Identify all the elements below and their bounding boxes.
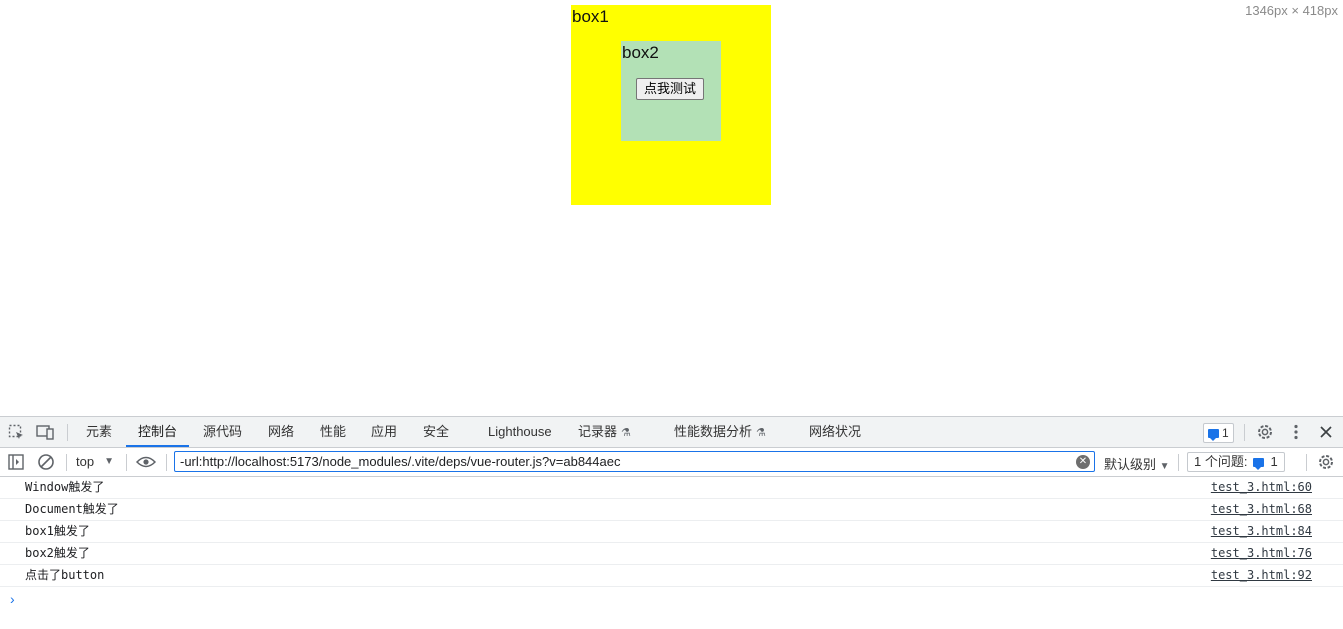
log-levels-dropdown[interactable]: 默认级别 ▼: [1104, 454, 1170, 473]
console-message-text: 点击了button: [25, 568, 105, 582]
flask-icon: ⚗: [621, 427, 631, 439]
log-levels-label: 默认级别: [1104, 457, 1157, 472]
tab-recorder-label: 记录器: [578, 424, 618, 439]
console-source-link[interactable]: test_3.html:68: [1211, 499, 1312, 520]
console-settings-gear-icon[interactable]: [1316, 452, 1336, 472]
box2-label: box2: [622, 43, 659, 62]
issue-message-icon: [1253, 457, 1265, 470]
tab-recorder[interactable]: 记录器 ⚗: [578, 417, 631, 447]
context-selector[interactable]: top ▼: [76, 454, 114, 469]
more-options-icon[interactable]: [1286, 422, 1306, 442]
console-toolbar: top ▼ ✕ 默认级别 ▼ 1 个问题: 1: [0, 448, 1343, 477]
console-message-row: 点击了button test_3.html:92: [0, 565, 1343, 587]
toolbar-divider: [1178, 454, 1179, 471]
dropdown-arrow-icon: ▼: [104, 456, 114, 467]
tab-network[interactable]: 网络: [268, 417, 294, 447]
console-message-text: Document触发了: [25, 502, 119, 516]
box1-label: box1: [572, 7, 609, 26]
console-messages: Window触发了 test_3.html:60 Document触发了 tes…: [0, 477, 1343, 587]
console-message-row: Document触发了 test_3.html:68: [0, 499, 1343, 521]
test-button[interactable]: 点我测试: [636, 78, 705, 100]
live-expression-eye-icon[interactable]: [136, 452, 156, 472]
console-filter-input[interactable]: [174, 451, 1095, 472]
tab-performance-insights[interactable]: 性能数据分析 ⚗: [674, 417, 766, 447]
console-message-text: box2触发了: [25, 546, 90, 560]
toolbar-divider: [66, 454, 67, 471]
sidebar-toggle-icon[interactable]: [6, 452, 26, 472]
close-devtools-icon[interactable]: [1316, 422, 1336, 442]
issues-badge[interactable]: 1: [1203, 423, 1234, 443]
settings-gear-icon[interactable]: [1255, 422, 1275, 442]
box2[interactable]: box2 点我测试: [621, 41, 721, 141]
tab-performance[interactable]: 性能: [320, 417, 346, 447]
console-message-row: Window触发了 test_3.html:60: [0, 477, 1343, 499]
toolbar-divider: [1306, 454, 1307, 471]
console-source-link[interactable]: test_3.html:76: [1211, 543, 1312, 564]
viewport-dimensions-label: 1346px × 418px: [1245, 3, 1338, 18]
page-viewport: 1346px × 418px box1 box2 点我测试: [0, 0, 1343, 416]
tab-performance-insights-label: 性能数据分析: [674, 424, 753, 439]
toolbar-divider: [67, 424, 68, 441]
tab-console[interactable]: 控制台: [125, 417, 190, 447]
issue-message-icon: [1208, 428, 1219, 441]
issues-counter-label: 1 个问题:: [1194, 454, 1248, 469]
console-source-link[interactable]: test_3.html:92: [1211, 565, 1312, 586]
console-source-link[interactable]: test_3.html:84: [1211, 521, 1312, 542]
flask-icon: ⚗: [756, 427, 766, 439]
console-message-row: box1触发了 test_3.html:84: [0, 521, 1343, 543]
dropdown-arrow-icon: ▼: [1159, 461, 1170, 472]
issues-counter-count: 1: [1270, 454, 1278, 469]
device-toolbar-icon[interactable]: [35, 422, 55, 442]
context-selector-value: top: [76, 454, 95, 469]
box1[interactable]: box1 box2 点我测试: [571, 5, 771, 205]
console-prompt-chevron-icon[interactable]: ›: [10, 591, 15, 607]
toolbar-divider: [1244, 424, 1245, 441]
tab-sources[interactable]: 源代码: [203, 417, 242, 447]
console-message-row: box2触发了 test_3.html:76: [0, 543, 1343, 565]
tab-lighthouse[interactable]: Lighthouse: [488, 417, 552, 447]
tab-elements[interactable]: 元素: [86, 417, 112, 447]
issues-counter[interactable]: 1 个问题: 1: [1187, 452, 1285, 472]
console-message-text: Window触发了: [25, 480, 105, 494]
toolbar-divider: [166, 454, 167, 471]
console-source-link[interactable]: test_3.html:60: [1211, 477, 1312, 498]
tab-security[interactable]: 安全: [423, 417, 449, 447]
tab-network-conditions[interactable]: 网络状况: [809, 417, 861, 447]
clear-console-icon[interactable]: [36, 452, 56, 472]
issues-badge-count: 1: [1222, 426, 1229, 440]
tab-application[interactable]: 应用: [371, 417, 397, 447]
console-message-text: box1触发了: [25, 524, 90, 538]
inspect-element-icon[interactable]: [6, 422, 26, 442]
clear-filter-icon[interactable]: ✕: [1076, 455, 1090, 469]
devtools-panel: 元素 控制台 源代码 网络 性能 应用 安全 Lighthouse 记录器 ⚗ 性…: [0, 416, 1343, 629]
devtools-tab-bar: 元素 控制台 源代码 网络 性能 应用 安全 Lighthouse 记录器 ⚗ 性…: [0, 417, 1343, 448]
toolbar-divider: [126, 454, 127, 471]
